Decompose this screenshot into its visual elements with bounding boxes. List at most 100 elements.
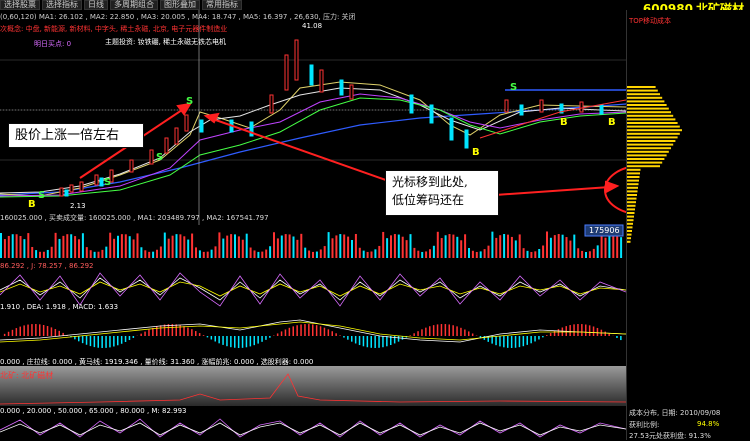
volume-bar [23,239,25,258]
macd-bar [382,336,384,347]
macd-bar [339,335,341,336]
low-price-label: 2.13 [70,202,86,210]
macd-bar [616,336,618,338]
macd-bar [335,333,337,336]
volume-bar [429,249,431,258]
macd-bar [78,336,80,341]
volume-bar [581,251,583,258]
chip-bar [627,126,680,128]
volume-bar [452,235,454,258]
volume-bar [31,247,33,258]
macd-bar [308,324,310,336]
toolbar-item-overlay[interactable]: 图形叠加 [160,0,200,10]
macd-bar [468,331,470,336]
volume-bar [238,236,240,258]
volume-bar [66,234,68,258]
macd-bar [55,329,57,336]
volume-bar [359,248,361,258]
chip-bar [627,158,664,160]
volume-bar [382,232,384,258]
macd-bar [507,336,509,348]
chip-bar [627,176,640,178]
volume-bar [460,240,462,258]
macd-bar [51,327,53,336]
volume-bar [269,246,271,258]
macd-bar [328,329,330,336]
volume-bar [195,247,197,258]
chip-bar [627,115,673,117]
volume-bar [542,246,544,258]
volume-bar [343,234,345,258]
toolbar-item-common-indicator[interactable]: 常用指标 [202,0,242,10]
volume-bar [74,236,76,258]
volume-bar [273,232,275,258]
chip-bar [627,90,658,92]
volume-bar [527,251,529,258]
macd-bar [12,330,14,336]
volume-bar [523,248,525,258]
volume-bar [43,252,45,258]
macd-bar [195,331,197,336]
chip-bar [627,162,662,164]
volume-bar [168,239,170,258]
volume-bar [90,250,92,258]
chip-distribution-panel: TOP移动成本 成本分布, 日期: 2010/09/08 获利比例: 94.8%… [626,10,750,440]
toolbar-item-daily[interactable]: 日线 [84,0,108,10]
macd-bar [316,325,318,336]
chip-bar [627,129,682,131]
macd-bar [261,336,263,342]
macd-bar [296,325,298,336]
chip-bar [627,187,638,189]
macd-bar [285,329,287,336]
chip-bar [627,86,656,88]
macd-bar [144,332,146,336]
volume-bar [261,252,263,258]
macd-bar [113,336,115,346]
volume-bar [304,248,306,258]
macd-bar [511,336,513,348]
volume-bar [378,246,380,258]
volume-bar [176,234,178,258]
macd-bar [31,324,33,336]
volume-bar [484,249,486,258]
macd-bar [164,325,166,336]
chip-bar [627,180,639,182]
volume-bar [246,234,248,258]
macd-bar [94,336,96,347]
toolbar-item-select-stock[interactable]: 选择股票 [0,0,40,10]
chip-bar [627,183,639,185]
volume-bar [277,238,279,258]
macd-bar [527,336,529,345]
macd-bar [8,332,10,336]
macd-chart[interactable] [0,312,626,354]
toolbar-item-multi-period[interactable]: 多周期组合 [110,0,158,10]
volume-bar [616,235,618,258]
volume-bar [367,252,369,258]
macd-bar [425,328,427,336]
toolbar: 选择股票 选择指标 日线 多周期组合 图形叠加 常用指标 [0,0,242,10]
bottom-last-chart[interactable] [0,415,626,440]
volume-bar [499,235,501,258]
macd-bar [464,330,466,336]
volume-bar [335,235,337,258]
sell-signal-marker: S [156,152,163,163]
macd-bar [351,336,353,342]
volume-bar [550,238,552,258]
macd-bar [573,324,575,336]
toolbar-item-select-indicator[interactable]: 选择指标 [42,0,82,10]
sell-signal-marker: S [104,177,111,188]
macd-bar [23,325,25,336]
volume-bar [172,236,174,258]
profit-value: 94.8% [697,420,719,428]
volume-chart[interactable]: 175906 [0,222,626,260]
volume-bar [558,234,560,258]
macd-bar [433,325,435,336]
macd-bar [608,334,610,336]
main-ma-legend: (0,60,120) MA1: 26.102 , MA2: 22.850 , M… [0,12,626,22]
volume-bar [566,237,568,258]
chip-bar [627,140,675,142]
callout-line-2: 低位筹码还在 [392,191,492,209]
chip-bar [627,97,662,99]
volume-bar [562,235,564,258]
macd-bar [593,326,595,336]
